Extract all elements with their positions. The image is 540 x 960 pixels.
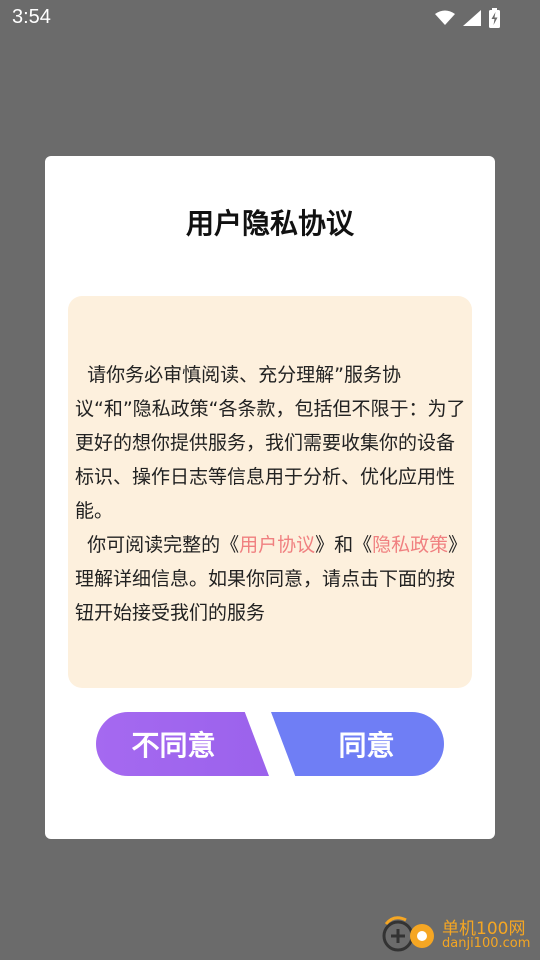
agreement-content-box: 请你务必审慎阅读、充分理解”服务协议“和”隐私政策“各条款，包括但不限于：为了更… [68,296,472,688]
privacy-dialog: 用户隐私协议 请你务必审慎阅读、充分理解”服务协议“和”隐私政策“各条款，包括但… [45,156,495,839]
paragraph-2-before: 你可阅读完整的《 [75,534,240,556]
agreement-paragraph-2: 你可阅读完整的《用户协议》和《隐私政策》理解详细信息。如果你同意，请点击下面的按… [75,528,467,630]
status-bar: 3:54 [0,0,540,36]
watermark-url: danji100.com [442,936,531,951]
watermark: 单机100网 danji100.com [382,912,534,956]
agreement-text: 请你务必审慎阅读、充分理解”服务协议“和”隐私政策“各条款，包括但不限于：为了更… [75,358,467,630]
paragraph-2-middle: 》和《 [315,534,373,556]
dialog-buttons: 不同意 同意 [96,712,444,776]
status-icons [435,8,500,28]
agree-button[interactable]: 同意 [271,712,444,776]
privacy-policy-link[interactable]: 隐私政策 [372,534,448,556]
signal-icon [463,10,481,26]
watermark-logo-icon [382,914,438,958]
status-time: 3:54 [12,6,51,28]
disagree-button[interactable]: 不同意 [96,712,269,776]
dialog-title: 用户隐私协议 [185,207,354,240]
wifi-icon [435,10,455,26]
screen: 3:54 用户隐私协议 请你务必审慎阅读、充分理解”服务协议“和”隐私政策“各条… [0,0,540,960]
user-agreement-link[interactable]: 用户协议 [239,534,315,556]
agreement-paragraph-1: 请你务必审慎阅读、充分理解”服务协议“和”隐私政策“各条款，包括但不限于：为了更… [75,364,466,522]
battery-charging-icon [489,8,500,28]
